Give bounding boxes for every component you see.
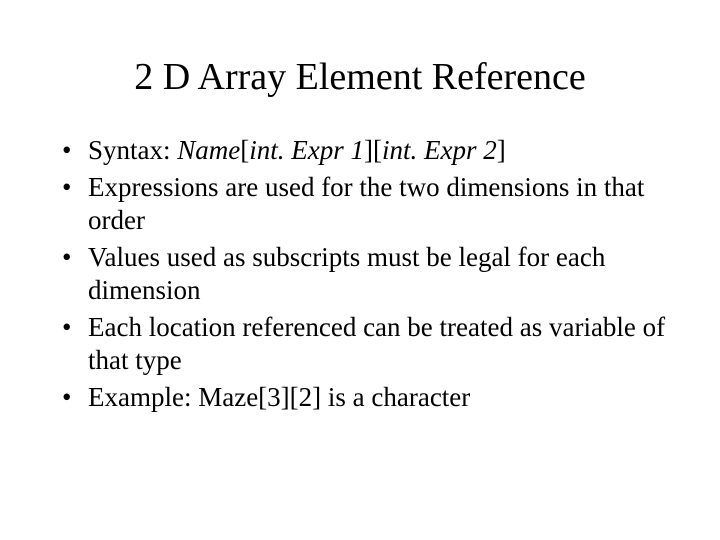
syntax-label: Syntax: <box>88 135 177 165</box>
syntax-name: Name <box>177 135 240 165</box>
list-item: Syntax: Name[int. Expr 1][int. Expr 2] <box>60 134 670 167</box>
list-item: Each location referenced can be treated … <box>60 311 670 377</box>
bullet-text: Each location referenced can be treated … <box>88 312 665 375</box>
bullet-list: Syntax: Name[int. Expr 1][int. Expr 2] E… <box>60 134 670 414</box>
syntax-bracket: [ <box>240 135 249 165</box>
slide-title: 2 D Array Element Reference <box>50 55 670 99</box>
bullet-text: Values used as subscripts must be legal … <box>88 242 605 305</box>
syntax-bracket: ] <box>497 135 506 165</box>
syntax-expr1: int. Expr 1 <box>249 135 364 165</box>
bullet-text: Expressions are used for the two dimensi… <box>88 172 644 235</box>
bullet-text: Example: Maze[3][2] is a character <box>88 382 470 412</box>
list-item: Values used as subscripts must be legal … <box>60 241 670 307</box>
syntax-bracket: ][ <box>364 135 382 165</box>
list-item: Expressions are used for the two dimensi… <box>60 171 670 237</box>
slide: 2 D Array Element Reference Syntax: Name… <box>0 0 720 540</box>
list-item: Example: Maze[3][2] is a character <box>60 381 670 414</box>
syntax-expr2: int. Expr 2 <box>382 135 497 165</box>
